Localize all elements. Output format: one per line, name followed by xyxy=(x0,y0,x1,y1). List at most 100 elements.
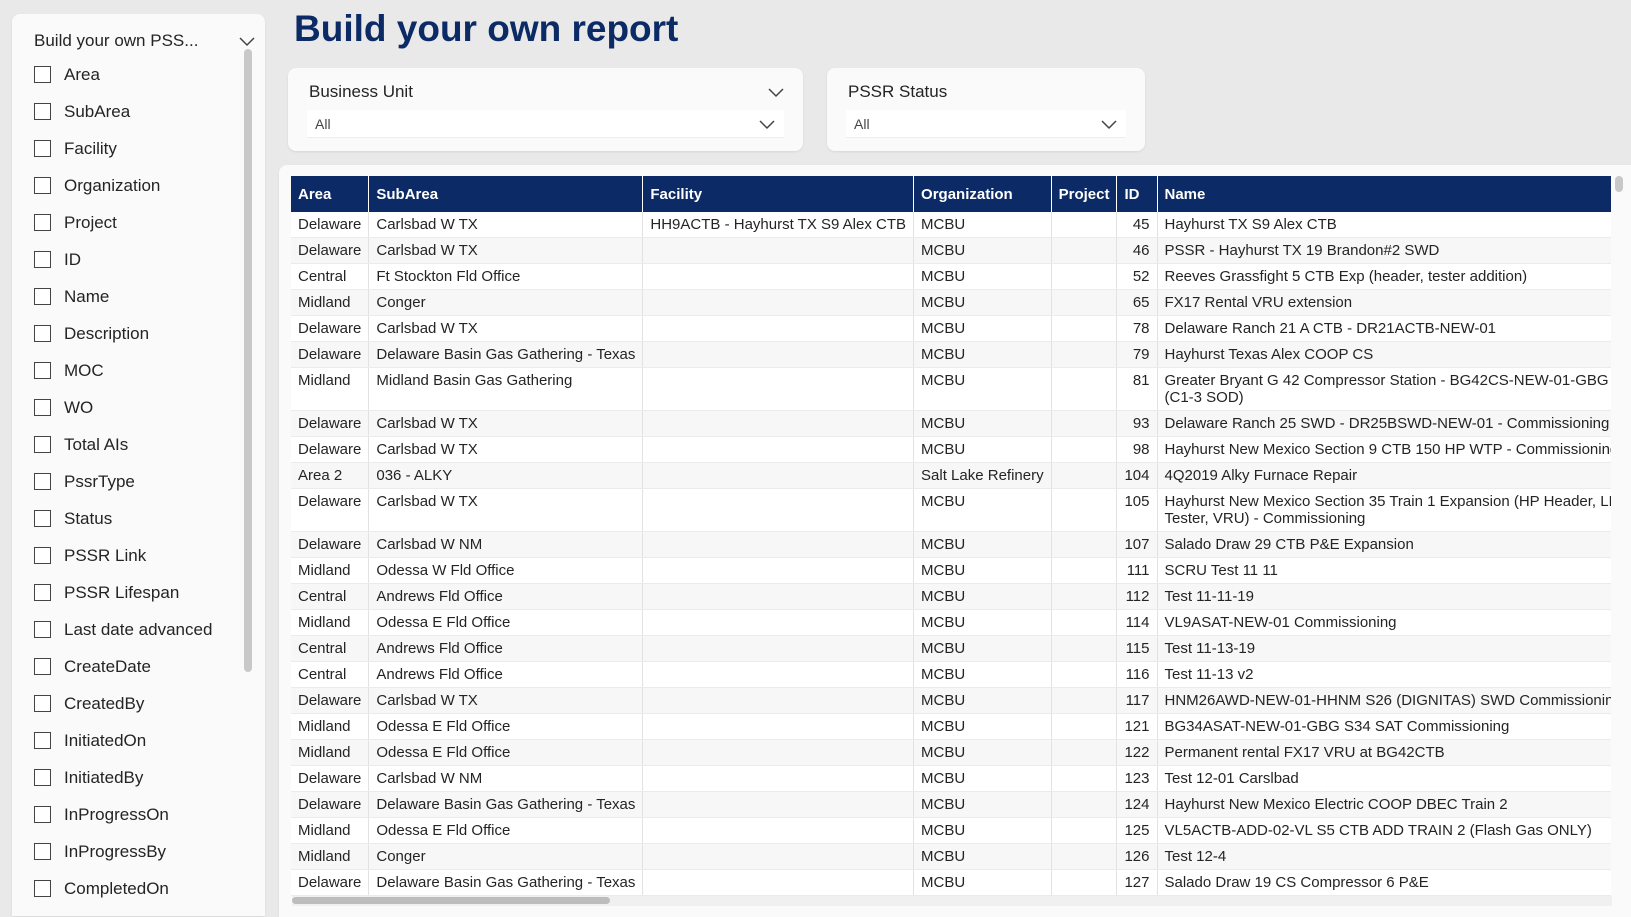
field-label: PssrType xyxy=(64,471,135,491)
table-cell xyxy=(1051,410,1118,437)
checkbox[interactable] xyxy=(34,584,51,601)
field-item[interactable]: PSSR Link xyxy=(34,537,234,574)
checkbox[interactable] xyxy=(34,436,51,453)
table-row[interactable]: Midland Midland Basin Gas Gathering MCBU 81… xyxy=(291,367,1611,411)
chevron-down-icon[interactable] xyxy=(238,32,256,50)
report-table-viewport[interactable]: Area SubArea Facility Organization Project ID… xyxy=(291,176,1611,896)
table-cell: Hayhurst New Mexico Electric COOP DBEC T… xyxy=(1157,791,1611,818)
table-row[interactable]: Delaware Delaware Basin Gas Gathering - T… xyxy=(291,341,1611,368)
checkbox[interactable] xyxy=(34,510,51,527)
field-item[interactable]: CreatedBy xyxy=(34,685,234,722)
field-item[interactable]: WO xyxy=(34,389,234,426)
table-horizontal-scrollbar[interactable] xyxy=(292,896,1612,906)
column-header[interactable]: Organization xyxy=(913,176,1052,212)
field-item[interactable]: Organization xyxy=(34,167,234,204)
checkbox[interactable] xyxy=(34,769,51,786)
table-row[interactable]: Delaware Carlsbad W TX HH9ACTB - Hayhurst … xyxy=(291,212,1611,238)
table-row[interactable]: Midland Conger MCBU 126 Test 12-4 xyxy=(291,843,1611,870)
table-row[interactable]: Midland Odessa E Fld Office MCBU 122 Permane… xyxy=(291,739,1611,766)
field-item[interactable]: Project xyxy=(34,204,234,241)
field-item[interactable]: Description xyxy=(34,315,234,352)
table-cell: Hayhurst TX S9 Alex CTB xyxy=(1157,212,1611,238)
field-item[interactable]: Status xyxy=(34,500,234,537)
pssr-status-dropdown[interactable]: All xyxy=(846,110,1126,138)
field-list-scrollbar[interactable] xyxy=(244,49,252,672)
column-header[interactable]: Area xyxy=(291,176,370,212)
table-cell: MCBU xyxy=(913,289,1052,316)
field-item[interactable]: CompletedOn xyxy=(34,870,234,907)
table-row[interactable]: Central Andrews Fld Office MCBU 115 Test 11-… xyxy=(291,635,1611,662)
table-row[interactable]: Delaware Carlsbad W NM MCBU 123 Test 12-01 C… xyxy=(291,765,1611,792)
field-item[interactable]: PssrType xyxy=(34,463,234,500)
table-cell: Carlsbad W NM xyxy=(368,765,644,792)
field-item[interactable]: Name xyxy=(34,278,234,315)
table-row[interactable]: Delaware Carlsbad W TX MCBU 78 Delaware Ranc… xyxy=(291,315,1611,342)
field-item[interactable]: ID xyxy=(34,241,234,278)
column-header[interactable]: Project xyxy=(1051,176,1118,212)
table-row[interactable]: Delaware Carlsbad W TX MCBU 117 HNM26AWD-NEW… xyxy=(291,687,1611,714)
chevron-down-icon[interactable] xyxy=(767,83,785,101)
table-row[interactable]: Central Andrews Fld Office MCBU 112 Test 11-… xyxy=(291,583,1611,610)
checkbox[interactable] xyxy=(34,288,51,305)
table-row[interactable]: Central Ft Stockton Fld Office MCBU 52 Reeve… xyxy=(291,263,1611,290)
checkbox[interactable] xyxy=(34,251,51,268)
field-item[interactable]: SubArea xyxy=(34,93,234,130)
checkbox[interactable] xyxy=(34,732,51,749)
table-vertical-scrollbar[interactable] xyxy=(1615,176,1623,192)
table-cell: Delaware xyxy=(291,341,370,368)
checkbox[interactable] xyxy=(34,399,51,416)
table-row[interactable]: Delaware Carlsbad W TX MCBU 105 Hayhurst New… xyxy=(291,488,1611,532)
table-row[interactable]: Delaware Carlsbad W TX MCBU 46 PSSR - Hayhur… xyxy=(291,237,1611,264)
field-item[interactable]: PSSR Lifespan xyxy=(34,574,234,611)
checkbox[interactable] xyxy=(34,473,51,490)
field-item[interactable]: Last date advanced xyxy=(34,611,234,648)
checkbox[interactable] xyxy=(34,880,51,897)
column-header[interactable]: Name xyxy=(1157,176,1611,212)
table-row[interactable]: Delaware Delaware Basin Gas Gathering - T… xyxy=(291,791,1611,818)
field-item[interactable]: MOC xyxy=(34,352,234,389)
horizontal-scroll-thumb[interactable] xyxy=(292,897,610,904)
table-row[interactable]: Midland Odessa E Fld Office MCBU 125 VL5ACTB… xyxy=(291,817,1611,844)
table-row[interactable]: Area 2 036 - ALKY Salt Lake Refinery 104 4Q2… xyxy=(291,462,1611,489)
checkbox[interactable] xyxy=(34,843,51,860)
table-cell: Delaware Basin Gas Gathering - Texas xyxy=(368,791,644,818)
checkbox[interactable] xyxy=(34,362,51,379)
field-item[interactable]: Facility xyxy=(34,130,234,167)
checkbox[interactable] xyxy=(34,140,51,157)
table-cell xyxy=(1051,843,1118,870)
field-list-header[interactable]: Build your own PSS... xyxy=(34,26,256,56)
table-row[interactable]: Delaware Carlsbad W TX MCBU 98 Hayhurst New … xyxy=(291,436,1611,463)
checkbox[interactable] xyxy=(34,658,51,675)
table-row[interactable]: Central Andrews Fld Office MCBU 116 Test 11-… xyxy=(291,661,1611,688)
field-item[interactable]: Area xyxy=(34,56,234,93)
business-unit-dropdown[interactable]: All xyxy=(307,110,784,138)
checkbox[interactable] xyxy=(34,621,51,638)
pssr-status-value: All xyxy=(854,115,870,132)
field-item[interactable]: Total AIs xyxy=(34,426,234,463)
column-header[interactable]: SubArea xyxy=(368,176,644,212)
checkbox[interactable] xyxy=(34,325,51,342)
table-row[interactable]: Delaware Carlsbad W TX MCBU 93 Delaware Ranc… xyxy=(291,410,1611,437)
checkbox[interactable] xyxy=(34,103,51,120)
field-item[interactable]: InProgressBy xyxy=(34,833,234,870)
checkbox[interactable] xyxy=(34,177,51,194)
table-row[interactable]: Midland Odessa E Fld Office MCBU 114 VL9ASAT… xyxy=(291,609,1611,636)
checkbox[interactable] xyxy=(34,806,51,823)
table-row[interactable]: Midland Odessa W Fld Office MCBU 111 SCRU Te… xyxy=(291,557,1611,584)
table-row[interactable]: Midland Conger MCBU 65 FX17 Rental VRU exten… xyxy=(291,289,1611,316)
table-cell: Odessa E Fld Office xyxy=(368,739,644,766)
field-item[interactable]: CreateDate xyxy=(34,648,234,685)
checkbox[interactable] xyxy=(34,547,51,564)
checkbox[interactable] xyxy=(34,66,51,83)
table-row[interactable]: Delaware Delaware Basin Gas Gathering - T… xyxy=(291,869,1611,896)
column-header[interactable]: ID xyxy=(1116,176,1158,212)
field-item[interactable]: InitiatedOn xyxy=(34,722,234,759)
table-row[interactable]: Midland Odessa E Fld Office MCBU 121 BG34ASA… xyxy=(291,713,1611,740)
field-item[interactable]: InProgressOn xyxy=(34,796,234,833)
checkbox[interactable] xyxy=(34,695,51,712)
chevron-down-icon xyxy=(1101,119,1117,129)
table-row[interactable]: Delaware Carlsbad W NM MCBU 107 Salado Draw … xyxy=(291,531,1611,558)
column-header[interactable]: Facility xyxy=(642,176,915,212)
field-item[interactable]: InitiatedBy xyxy=(34,759,234,796)
checkbox[interactable] xyxy=(34,214,51,231)
